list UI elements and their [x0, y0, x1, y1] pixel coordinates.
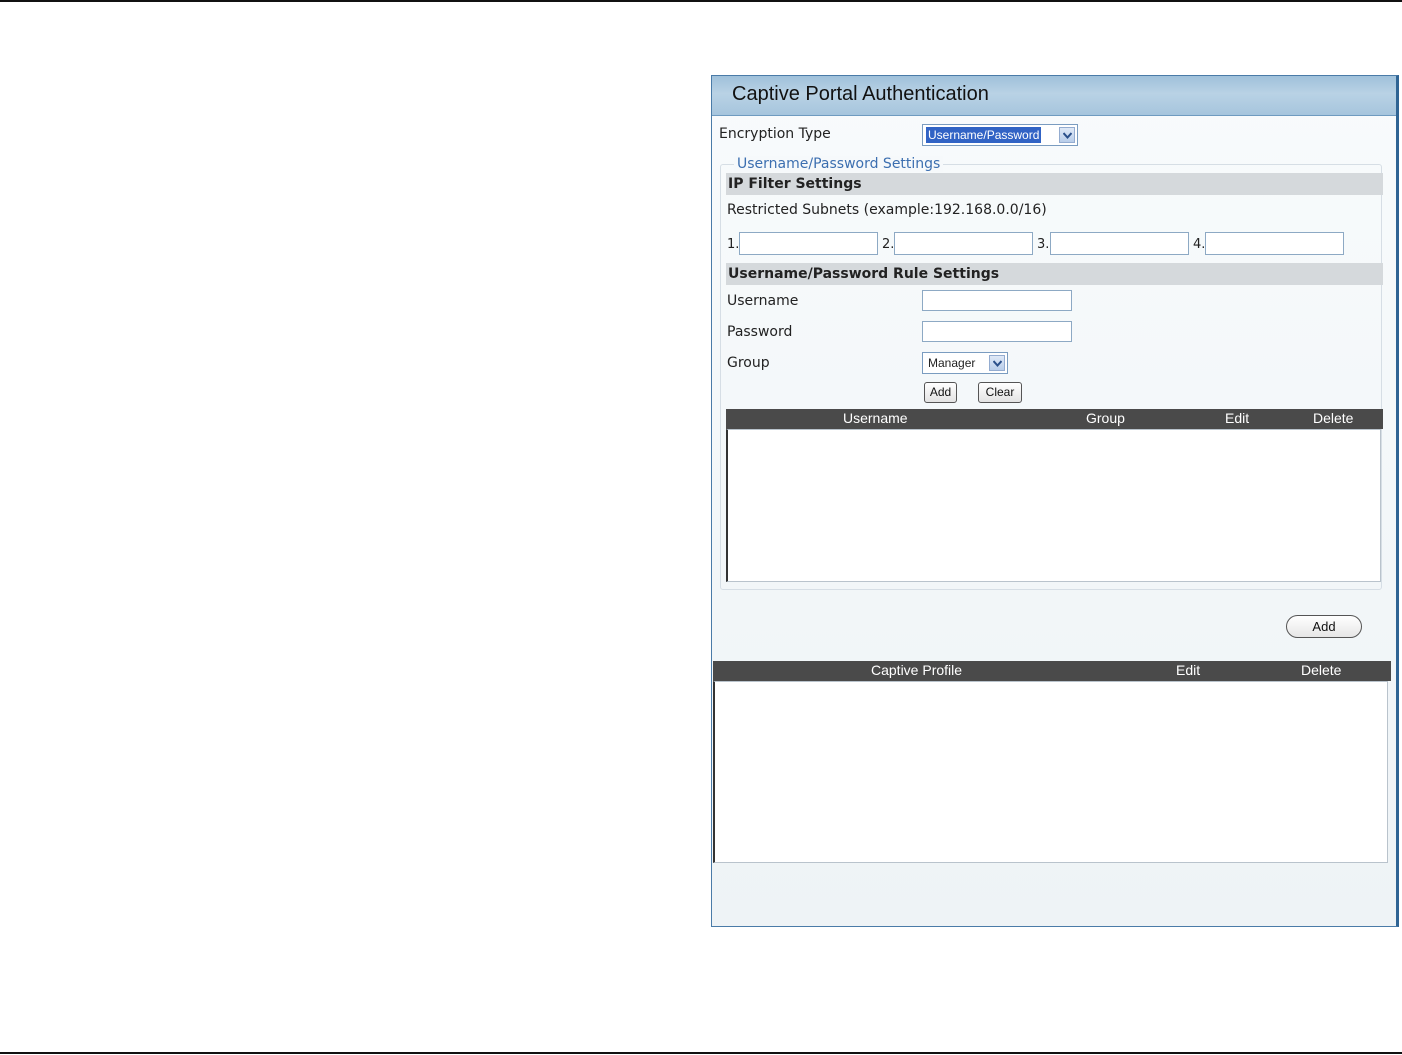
subnet-input-2[interactable]: [894, 232, 1033, 255]
encryption-type-value: Username/Password: [926, 127, 1042, 143]
column-username: Username: [843, 410, 908, 426]
subnet-number-4: 4.: [1193, 237, 1206, 252]
add-rule-button[interactable]: Add: [924, 382, 957, 403]
username-label: Username: [727, 293, 799, 309]
group-value: Manager: [928, 356, 976, 370]
column-captive-profile: Captive Profile: [871, 662, 963, 678]
column-profile-edit: Edit: [1176, 662, 1201, 678]
column-delete: Delete: [1313, 410, 1354, 426]
subnet-input-3[interactable]: [1050, 232, 1189, 255]
column-profile-delete: Delete: [1301, 662, 1342, 678]
rule-settings-heading: Username/Password Rule Settings: [726, 263, 1383, 285]
ip-filter-heading: IP Filter Settings: [726, 173, 1383, 195]
subnet-input-1[interactable]: [739, 232, 878, 255]
encryption-type-select[interactable]: Username/Password: [922, 124, 1078, 146]
restricted-subnets-hint: Restricted Subnets (example:192.168.0.0/…: [727, 202, 1047, 218]
subnet-number-3: 3.: [1037, 237, 1050, 252]
clear-rule-button[interactable]: Clear: [978, 382, 1022, 403]
bottom-rule: [0, 1052, 1402, 1054]
encryption-type-label: Encryption Type: [719, 126, 831, 142]
username-input[interactable]: [922, 290, 1072, 311]
captive-portal-panel: Captive Portal Authentication Encryption…: [711, 75, 1399, 927]
top-rule: [0, 0, 1402, 2]
group-label: Group: [727, 355, 770, 371]
user-table-header: Username Group Edit Delete: [726, 409, 1383, 429]
subnet-input-4[interactable]: [1205, 232, 1344, 255]
column-group: Group: [1086, 410, 1125, 426]
profile-table-header: Captive Profile Edit Delete: [713, 661, 1391, 681]
subnet-number-2: 2.: [882, 237, 895, 252]
subnet-number-1: 1.: [727, 237, 740, 252]
column-edit: Edit: [1225, 410, 1250, 426]
chevron-down-icon[interactable]: [989, 355, 1005, 371]
settings-legend: Username/Password Settings: [734, 156, 944, 172]
password-label: Password: [727, 324, 793, 340]
add-profile-button[interactable]: Add: [1286, 615, 1362, 638]
panel-title: Captive Portal Authentication: [732, 83, 989, 105]
profile-table-body: [713, 681, 1388, 863]
panel-header: Captive Portal Authentication: [712, 76, 1396, 116]
group-select[interactable]: Manager: [922, 352, 1008, 374]
password-input[interactable]: [922, 321, 1072, 342]
user-table-body: [726, 429, 1381, 582]
chevron-down-icon[interactable]: [1059, 127, 1075, 143]
